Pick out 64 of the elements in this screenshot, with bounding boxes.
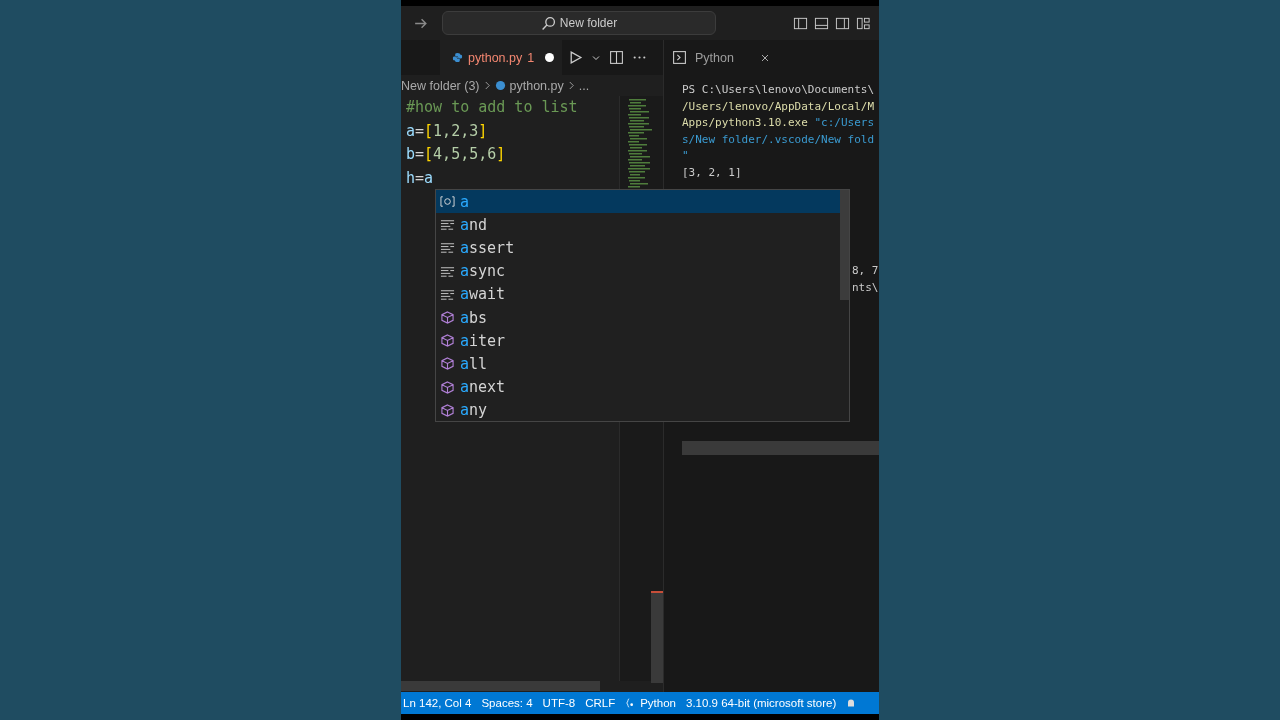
terminal-line: PS C:\Users\lenovo\Documents\ bbox=[682, 83, 875, 96]
code-line: a=[1,2,3] bbox=[406, 120, 488, 142]
keyword-icon bbox=[440, 241, 455, 255]
chevron-right-icon bbox=[483, 81, 491, 90]
scrollbar-thumb[interactable] bbox=[840, 190, 849, 300]
status-item[interactable]: Ln 142, Col 4 bbox=[403, 697, 472, 709]
split-editor-icon[interactable] bbox=[609, 50, 625, 65]
code-line: #how to add to list bbox=[406, 97, 578, 118]
python-file-icon bbox=[452, 52, 463, 63]
suggestion-item[interactable]: a bbox=[436, 190, 840, 214]
suggestion-item[interactable]: anext bbox=[436, 375, 840, 399]
terminal-icon bbox=[672, 50, 687, 65]
breadcrumb-item[interactable]: ... bbox=[578, 78, 590, 93]
status-item[interactable]: UTF-8 bbox=[542, 697, 576, 709]
suggestion-item[interactable]: any bbox=[436, 398, 840, 422]
terminal-tab[interactable]: Python bbox=[672, 50, 734, 65]
horizontal-scrollbar[interactable] bbox=[401, 681, 600, 691]
terminal-line: [3, 2, 1] bbox=[682, 165, 742, 179]
editor-tab[interactable]: python.py 1 bbox=[440, 40, 563, 75]
suggestion-item[interactable]: async bbox=[436, 259, 840, 283]
terminal-line: Apps/python3.10.exe "c:/Users bbox=[682, 116, 875, 129]
cube-icon bbox=[440, 380, 455, 394]
horizontal-scrollbar[interactable] bbox=[682, 441, 879, 455]
sidebar-layout-icon[interactable] bbox=[793, 15, 808, 31]
search-text: New folder bbox=[559, 16, 618, 30]
terminal-line: s/New folder/.vscode/New fold bbox=[682, 132, 875, 146]
status-item[interactable]: CRLF bbox=[585, 697, 616, 709]
search-field[interactable]: New folder bbox=[442, 11, 716, 35]
code-line: h=a bbox=[406, 167, 434, 189]
scrollbar-thumb[interactable] bbox=[651, 591, 663, 683]
variable-icon bbox=[440, 195, 455, 209]
status-item[interactable]: Spaces: 4 bbox=[481, 697, 533, 709]
breadcrumb-item[interactable]: New folder (3) bbox=[401, 78, 480, 93]
terminal-line: 8, 7 bbox=[852, 264, 879, 277]
breadcrumb-item[interactable]: python.py bbox=[509, 78, 564, 93]
status-item[interactable]: 3.10.9 64-bit (microsoft store) bbox=[686, 697, 837, 709]
suggestion-item[interactable]: and bbox=[436, 213, 840, 237]
suggestion-item[interactable]: abs bbox=[436, 305, 840, 330]
customize-layout-icon[interactable] bbox=[856, 15, 871, 31]
code-line: b=[4,5,5,6] bbox=[406, 144, 506, 165]
keyword-icon bbox=[440, 264, 455, 278]
search-icon bbox=[540, 15, 556, 31]
suggestion-item[interactable]: all bbox=[436, 352, 840, 376]
terminal-line: /Users/lenovo/AppData/Local/M bbox=[682, 99, 875, 113]
cube-icon bbox=[440, 311, 455, 325]
close-icon[interactable] bbox=[759, 52, 770, 63]
panel-layout-icon[interactable] bbox=[814, 15, 829, 31]
suggestion-item[interactable]: assert bbox=[436, 236, 840, 260]
suggestion-item[interactable]: aiter bbox=[436, 329, 840, 353]
keyword-icon bbox=[440, 218, 455, 232]
cube-icon bbox=[440, 357, 455, 371]
unsaved-dot[interactable] bbox=[545, 53, 555, 62]
keyword-icon bbox=[440, 287, 455, 301]
terminal-line: nts\ bbox=[852, 280, 879, 294]
cube-icon bbox=[440, 334, 455, 348]
python-file-icon bbox=[494, 80, 506, 91]
cube-icon bbox=[440, 403, 455, 417]
terminal-line: " bbox=[682, 149, 689, 162]
status-item[interactable]: Python bbox=[625, 697, 676, 709]
braces-icon bbox=[625, 698, 636, 708]
suggestion-item[interactable]: await bbox=[436, 282, 840, 306]
chevron-right-icon bbox=[567, 81, 575, 90]
split-layout-icon[interactable] bbox=[835, 15, 850, 31]
run-icon[interactable] bbox=[568, 50, 584, 65]
